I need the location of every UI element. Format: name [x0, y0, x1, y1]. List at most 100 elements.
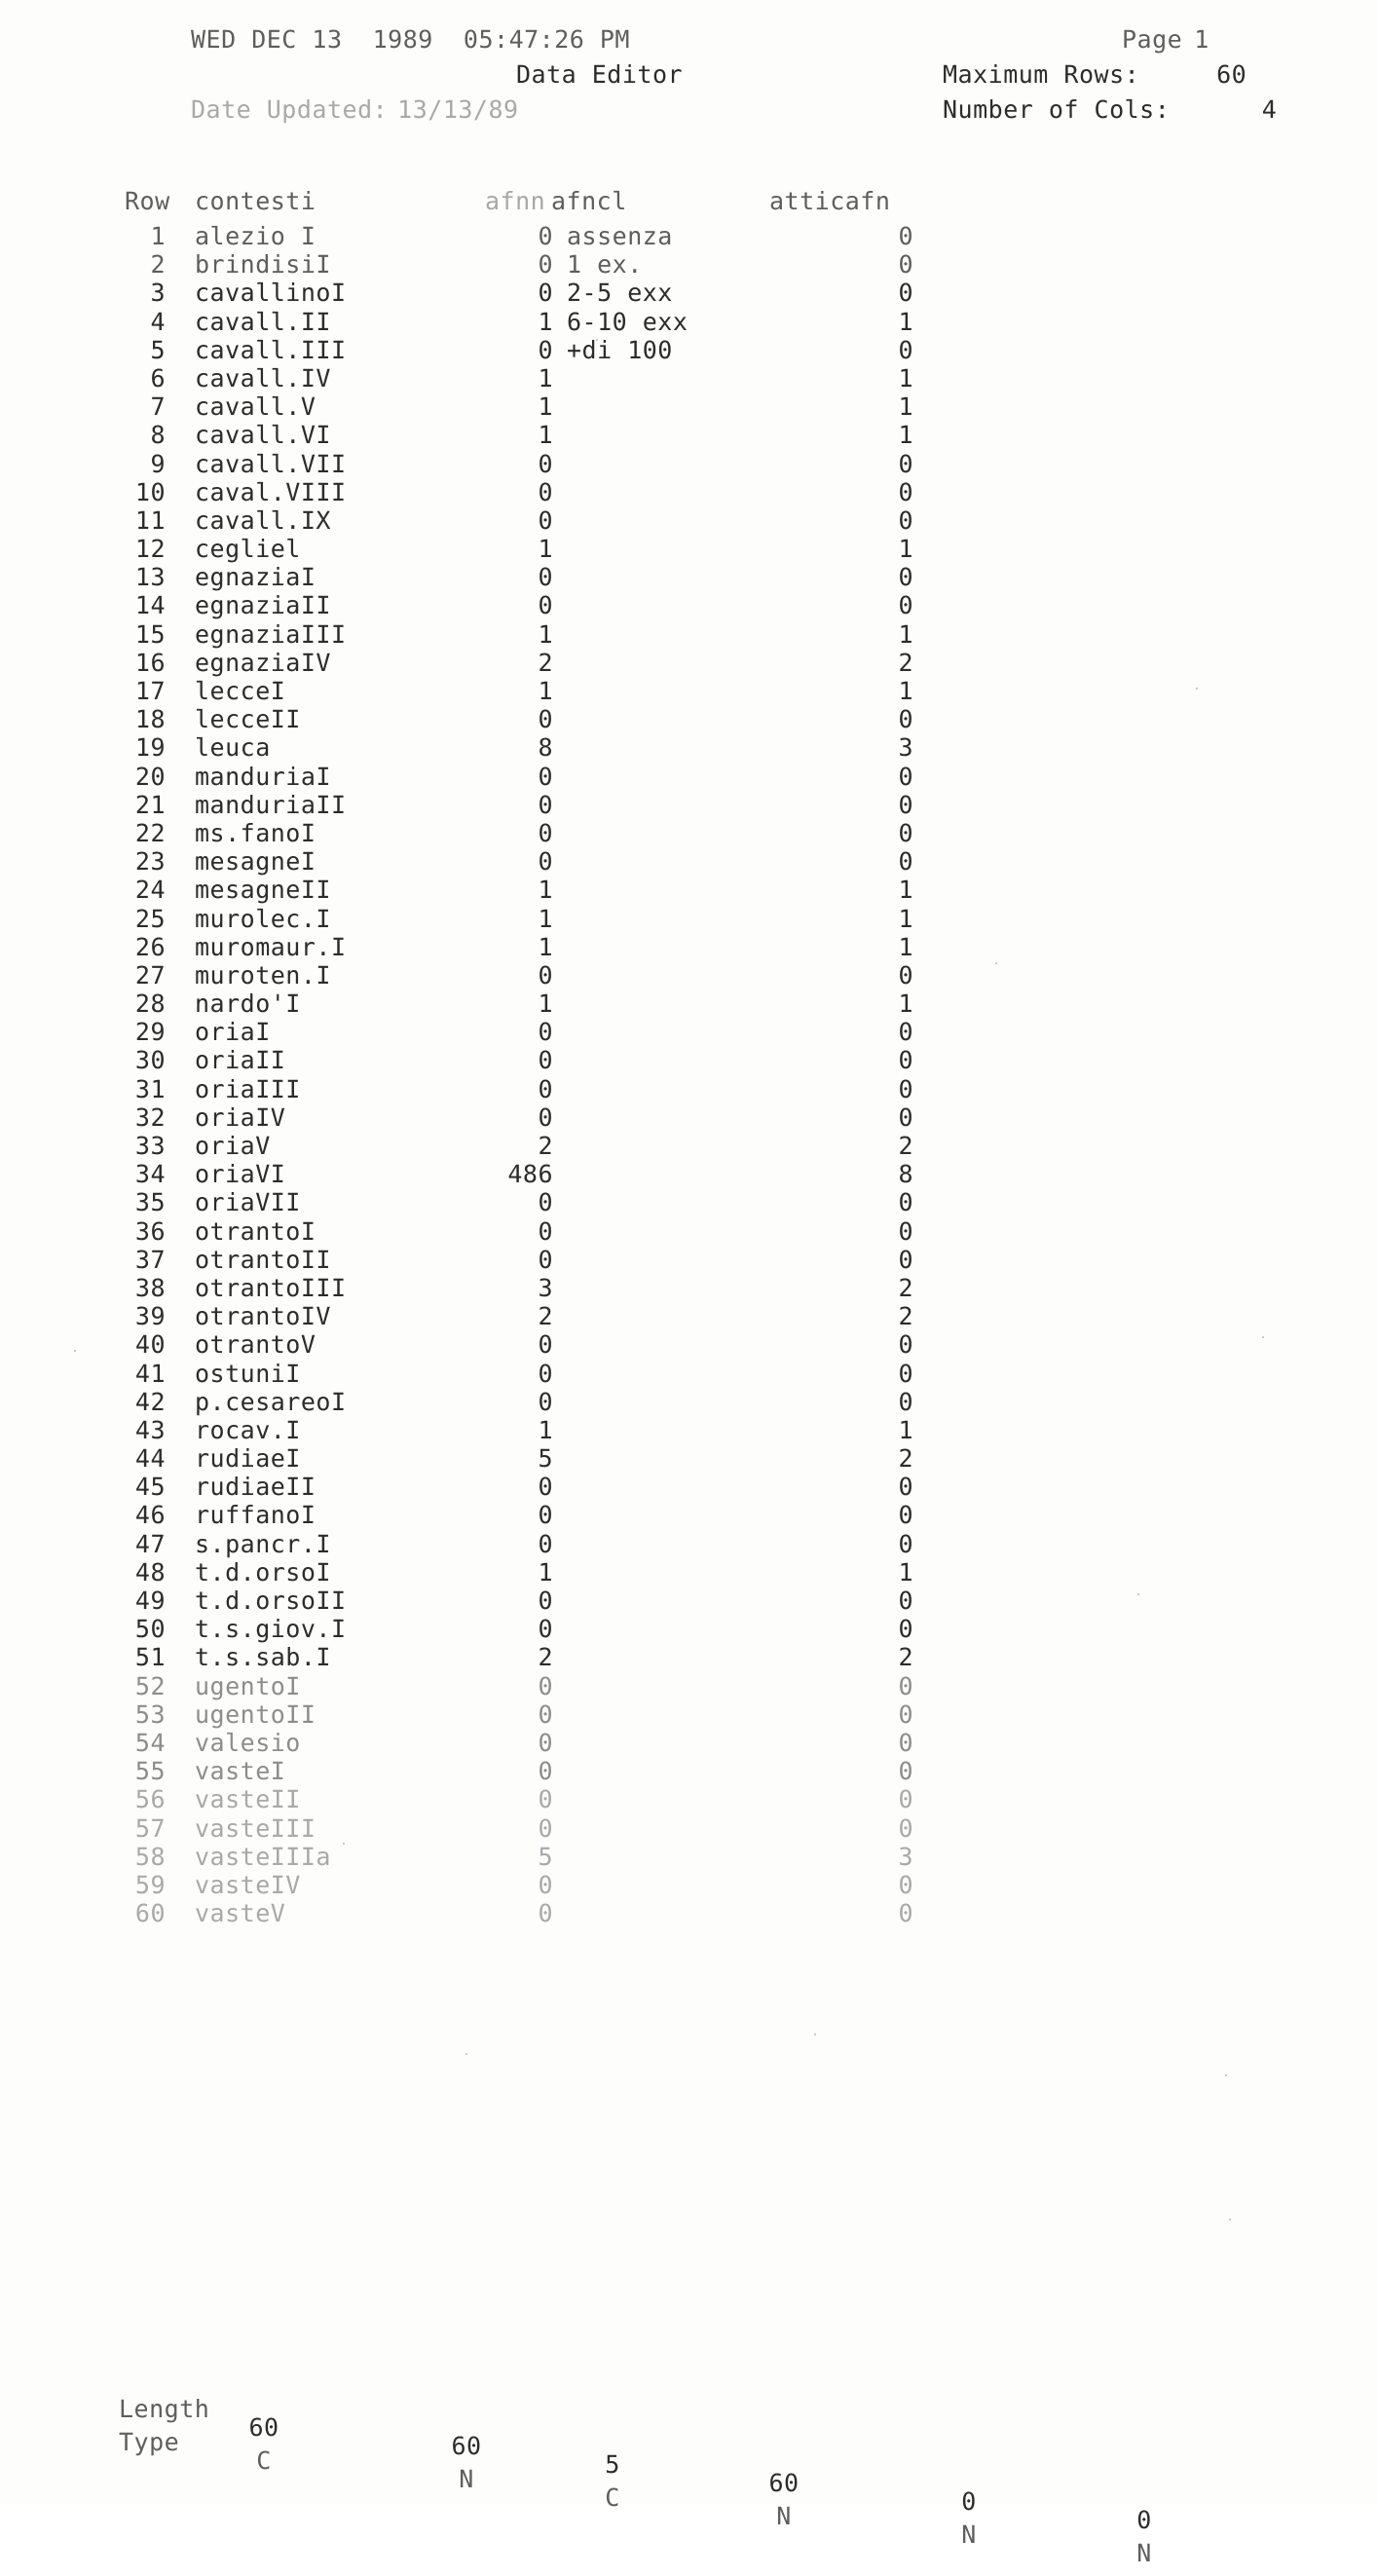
cell-afnn: 2 [538, 1132, 553, 1160]
cell-row-number: 31 [134, 1074, 166, 1103]
cell-afnn: 0 [538, 1330, 553, 1360]
cell-row-number: 29 [134, 1018, 166, 1047]
table-row: 54 valesio 0 0 [0, 1729, 1377, 1757]
cell-contesti: ugentoII [195, 1699, 316, 1729]
cell-afnn: 0 [538, 1728, 553, 1757]
cell-row-number: 21 [134, 790, 166, 819]
cell-atticafn: 0 [898, 1785, 913, 1814]
cell-atticafn: 1 [898, 904, 913, 933]
table-row: 38 otrantoIII 3 2 [0, 1274, 1377, 1302]
cell-contesti: ruffanoI [195, 1501, 316, 1530]
cell-afnn: 1 [538, 1557, 553, 1587]
cell-row-number: 56 [134, 1785, 166, 1814]
cell-atticafn: 2 [898, 1132, 913, 1160]
cell-atticafn: 1 [898, 1415, 913, 1444]
cell-afnn: 1 [538, 904, 553, 933]
table-row: 30 oriaII 0 0 [0, 1046, 1377, 1074]
cell-row-number: 20 [134, 762, 166, 791]
cell-contesti: oriaIII [195, 1074, 301, 1103]
number-of-cols-value: 4 [1261, 95, 1278, 124]
cell-atticafn: 1 [898, 677, 913, 705]
table-column-headers: Row contesti afnn afncl atticafn [0, 187, 1377, 220]
table-row: 14 egnaziaII 0 0 [0, 591, 1377, 619]
report-title: Data Editor [516, 60, 684, 89]
cell-afnn: 2 [538, 648, 553, 677]
cell-atticafn: 0 [898, 250, 913, 280]
cell-contesti: otrantoV [195, 1330, 316, 1360]
table-row: 13 egnaziaI 0 0 [0, 563, 1377, 591]
cell-row-number: 35 [134, 1188, 166, 1217]
cell-atticafn: 0 [898, 449, 913, 478]
date-updated-line: Date Updated: 13/13/89 [191, 95, 519, 124]
number-of-cols-field: Number of Cols: 4 [943, 95, 1277, 124]
printout-sheet: WED DEC 13 1989 05:47:26 PM Data Editor … [0, 0, 1377, 2567]
type-value-6: N [1136, 2539, 1152, 2567]
cell-row-number: 34 [134, 1160, 166, 1189]
cell-atticafn: 0 [898, 847, 913, 877]
cell-afnn: 0 [538, 591, 553, 620]
cell-afnn: 3 [538, 1273, 553, 1302]
cell-row-number: 39 [134, 1302, 166, 1331]
column-header-atticafn: atticafn [769, 187, 891, 215]
column-header-afnn: afnn [485, 187, 546, 215]
cell-contesti: brindisiI [195, 250, 331, 280]
cell-afnn: 0 [538, 762, 553, 791]
cell-atticafn: 0 [898, 1473, 913, 1502]
cell-contesti: lecceII [195, 705, 301, 734]
cell-afnn: 0 [538, 1046, 553, 1075]
cell-afnn: 0 [538, 505, 553, 535]
table-row: 22 ms.fanoI 0 0 [0, 819, 1377, 847]
cell-contesti: manduriaI [195, 762, 331, 791]
scan-speck [596, 339, 598, 341]
cell-row-number: 41 [134, 1359, 166, 1388]
cell-afnn: 0 [538, 1757, 553, 1786]
table-row: 46 ruffanoI 0 0 [0, 1501, 1377, 1529]
table-row: 23 mesagneI 0 0 [0, 847, 1377, 876]
cell-atticafn: 1 [898, 392, 913, 422]
cell-afnn: 0 [538, 847, 553, 877]
cell-atticafn: 0 [898, 1018, 913, 1047]
scan-speck [74, 1350, 76, 1352]
table-row: 11 cavall.IX 0 0 [0, 506, 1377, 535]
cell-afncl: 1 ex. [567, 250, 643, 280]
cell-contesti: cavall.III [195, 335, 347, 364]
cell-row-number: 12 [134, 535, 166, 564]
table-row: 55 vasteI 0 0 [0, 1757, 1377, 1785]
cell-atticafn: 8 [898, 1160, 913, 1189]
cell-atticafn: 0 [898, 1245, 913, 1274]
cell-afnn: 0 [538, 1899, 553, 1928]
cell-contesti: cegliel [195, 535, 301, 564]
cell-afnn: 0 [538, 790, 553, 819]
cell-afnn: 0 [538, 1587, 553, 1615]
cell-contesti: nardo'I [195, 989, 301, 1019]
cell-atticafn: 0 [898, 1359, 913, 1388]
table-row: 6 cavall.IV 1 1 [0, 364, 1377, 392]
table-row: 29 oriaI 0 0 [0, 1018, 1377, 1046]
cell-afnn: 1 [538, 876, 553, 905]
table-row: 50 t.s.giov.I 0 0 [0, 1615, 1377, 1643]
cell-row-number: 40 [134, 1330, 166, 1360]
cell-atticafn: 0 [898, 1699, 913, 1729]
cell-contesti: vasteI [195, 1757, 286, 1786]
cell-row-number: 57 [134, 1813, 166, 1843]
cell-contesti: cavall.VI [195, 421, 331, 450]
cell-afnn: 1 [538, 363, 553, 392]
scan-speck [1229, 2219, 1231, 2221]
cell-contesti: alezio I [195, 222, 316, 250]
table-row: 59 vasteIV 0 0 [0, 1871, 1377, 1899]
cell-row-number: 38 [134, 1273, 166, 1302]
table-row: 44 rudiaeI 5 2 [0, 1444, 1377, 1473]
cell-row-number: 4 [150, 307, 166, 336]
cell-atticafn: 1 [898, 932, 913, 961]
footer-length-row: Length 60 60 5 60 0 0 [0, 2376, 1377, 2534]
cell-atticafn: 0 [898, 790, 913, 819]
cell-contesti: cavall.IX [195, 505, 331, 535]
cell-row-number: 33 [134, 1132, 166, 1160]
cell-afnn: 0 [538, 1216, 553, 1246]
scan-speck [343, 1843, 345, 1845]
maximum-rows-value: 60 [1216, 60, 1247, 89]
cell-afncl: +di 100 [567, 335, 673, 364]
cell-contesti: otrantoI [195, 1216, 316, 1246]
date-updated-label: Date Updated: [191, 95, 389, 124]
table-row: 19 leuca 8 3 [0, 733, 1377, 762]
